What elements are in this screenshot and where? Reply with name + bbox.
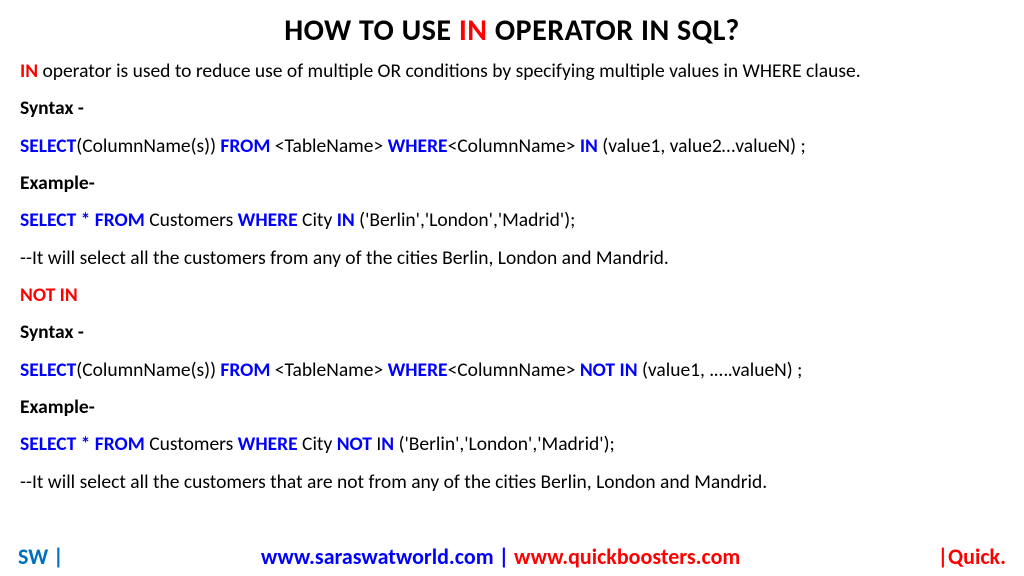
footer-url2: www.quickboosters.com — [514, 543, 740, 570]
syntax-2: SELECT(ColumnName(s)) FROM <TableName> W… — [20, 358, 1004, 383]
kw-where: WHERE — [388, 134, 448, 158]
table: Customers — [145, 208, 238, 232]
comment-2: --It will select all the customers that … — [20, 470, 1004, 495]
vals: ('Berlin','London','Madrid'); — [394, 432, 615, 456]
kw-select: SELECT — [20, 358, 76, 382]
vals: ('Berlin','London','Madrid'); — [355, 208, 576, 232]
kw-select: SELECT * FROM — [20, 432, 145, 456]
footer-urls: www.saraswatworld.com | www.quickbooster… — [64, 543, 938, 570]
kw-n: N — [381, 432, 394, 456]
col: <ColumnName> — [448, 358, 580, 382]
kw-from: FROM — [220, 134, 270, 158]
title-pre: HOW TO USE — [284, 12, 459, 49]
vals: (value1, value2…valueN) ; — [598, 134, 806, 158]
cols: (ColumnName(s)) — [76, 358, 220, 382]
vals: (value1, .….valueN) ; — [638, 358, 803, 382]
kw-select: SELECT — [20, 134, 76, 158]
kw-from: FROM — [220, 358, 270, 382]
col: City — [298, 208, 337, 232]
syntax-label-1: Syntax - — [20, 96, 1004, 121]
kw-where: WHERE — [388, 358, 448, 382]
intro-keyword: IN — [20, 59, 38, 83]
kw-where: WHERE — [238, 432, 298, 456]
notin-heading: NOT IN — [20, 283, 1004, 308]
footer-sw: SW | — [18, 543, 64, 570]
kw-where: WHERE — [238, 208, 298, 232]
footer: SW | www.saraswatworld.com | www.quickbo… — [0, 543, 1024, 570]
kw-not: NOT — [337, 432, 372, 456]
col: City — [298, 432, 337, 456]
title-post: OPERATOR IN SQL? — [488, 12, 740, 49]
title-keyword: IN — [459, 12, 488, 49]
intro-rest: operator is used to reduce use of multip… — [38, 59, 861, 83]
table: <TableName> — [270, 358, 387, 382]
example-label-2: Example- — [20, 395, 1004, 420]
footer-url1: www.saraswatworld.com — [261, 543, 494, 570]
kw-select: SELECT * FROM — [20, 208, 145, 232]
footer-right: |Quick. — [938, 543, 1006, 570]
example-1: SELECT * FROM Customers WHERE City IN ('… — [20, 208, 1004, 233]
table: <TableName> — [270, 134, 387, 158]
footer-sep: | — [494, 543, 514, 570]
i: I — [372, 432, 381, 456]
syntax-label-2: Syntax - — [20, 320, 1004, 345]
cols: (ColumnName(s)) — [76, 134, 220, 158]
example-label-1: Example- — [20, 171, 1004, 196]
col: <ColumnName> — [448, 134, 580, 158]
syntax-1: SELECT(ColumnName(s)) FROM <TableName> W… — [20, 134, 1004, 159]
page-title: HOW TO USE IN OPERATOR IN SQL? — [20, 12, 1004, 49]
example-2: SELECT * FROM Customers WHERE City NOT I… — [20, 432, 1004, 457]
kw-notin: NOT IN — [580, 358, 638, 382]
intro-text: IN operator is used to reduce use of mul… — [20, 59, 1004, 84]
kw-in: IN — [580, 134, 598, 158]
kw-in: IN — [337, 208, 355, 232]
table: Customers — [145, 432, 238, 456]
comment-1: --It will select all the customers from … — [20, 246, 1004, 271]
